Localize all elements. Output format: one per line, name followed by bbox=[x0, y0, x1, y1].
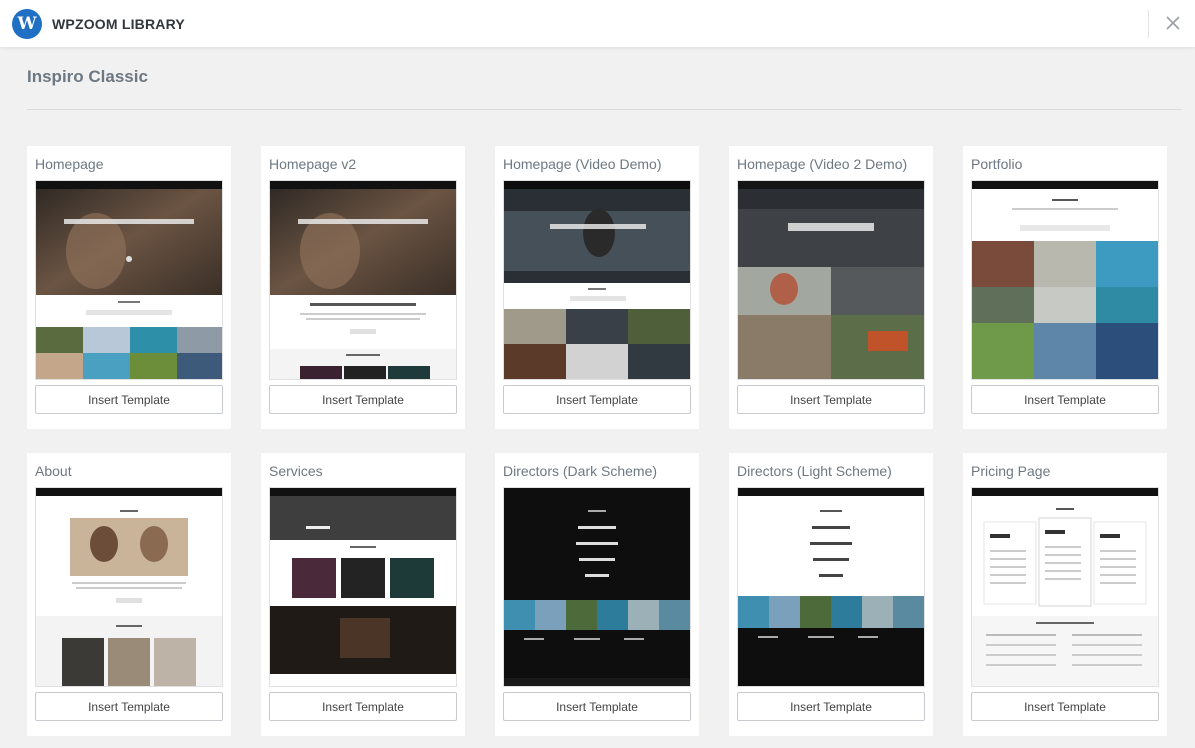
template-card: Directors (Dark Scheme) Insert Template bbox=[495, 453, 699, 736]
template-preview[interactable] bbox=[737, 487, 925, 687]
template-preview[interactable] bbox=[35, 180, 223, 380]
template-title: About bbox=[35, 463, 72, 479]
template-preview[interactable] bbox=[971, 487, 1159, 687]
template-preview[interactable] bbox=[737, 180, 925, 380]
insert-template-button[interactable]: Insert Template bbox=[269, 385, 457, 414]
template-card: Homepage Insert Template bbox=[27, 146, 231, 429]
template-preview[interactable] bbox=[971, 180, 1159, 380]
template-preview[interactable] bbox=[503, 487, 691, 687]
template-title: Services bbox=[269, 463, 323, 479]
header-divider bbox=[1148, 10, 1149, 38]
insert-template-button[interactable]: Insert Template bbox=[737, 692, 925, 721]
template-card: Homepage (Video 2 Demo) Insert Template bbox=[729, 146, 933, 429]
template-preview[interactable] bbox=[503, 180, 691, 380]
top-bar: W WPZOOM LIBRARY bbox=[0, 0, 1195, 47]
insert-template-button[interactable]: Insert Template bbox=[737, 385, 925, 414]
template-title: Homepage bbox=[35, 156, 104, 172]
insert-template-button[interactable]: Insert Template bbox=[503, 385, 691, 414]
insert-template-button[interactable]: Insert Template bbox=[971, 385, 1159, 414]
wpzoom-logo: W bbox=[12, 8, 42, 39]
insert-template-button[interactable]: Insert Template bbox=[971, 692, 1159, 721]
template-title: Directors (Light Scheme) bbox=[737, 463, 892, 479]
close-icon[interactable] bbox=[1162, 12, 1184, 34]
insert-template-button[interactable]: Insert Template bbox=[503, 692, 691, 721]
template-card: Homepage (Video Demo) Insert Template bbox=[495, 146, 699, 429]
library-title: WPZOOM LIBRARY bbox=[52, 15, 185, 32]
template-title: Directors (Dark Scheme) bbox=[503, 463, 658, 479]
insert-template-button[interactable]: Insert Template bbox=[35, 692, 223, 721]
template-card: Homepage v2 Insert Template bbox=[261, 146, 465, 429]
template-preview[interactable] bbox=[269, 487, 457, 687]
section-title: Inspiro Classic bbox=[27, 67, 148, 86]
template-card: Portfolio Insert Template bbox=[963, 146, 1167, 429]
template-title: Portfolio bbox=[971, 156, 1023, 172]
template-grid: Homepage Insert Template Homepage v2 Ins… bbox=[27, 146, 1167, 736]
insert-template-button[interactable]: Insert Template bbox=[269, 692, 457, 721]
insert-template-button[interactable]: Insert Template bbox=[35, 385, 223, 414]
template-card: Services Insert Template bbox=[261, 453, 465, 736]
template-card: About Insert Template bbox=[27, 453, 231, 736]
template-title: Pricing Page bbox=[971, 463, 1051, 479]
template-card: Directors (Light Scheme) Insert Template bbox=[729, 453, 933, 736]
section-divider bbox=[27, 109, 1182, 110]
template-title: Homepage v2 bbox=[269, 156, 357, 172]
template-preview[interactable] bbox=[35, 487, 223, 687]
template-card: Pricing Page Insert Template bbox=[963, 453, 1167, 736]
template-title: Homepage (Video Demo) bbox=[503, 156, 662, 172]
template-title: Homepage (Video 2 Demo) bbox=[737, 156, 908, 172]
template-preview[interactable] bbox=[269, 180, 457, 380]
